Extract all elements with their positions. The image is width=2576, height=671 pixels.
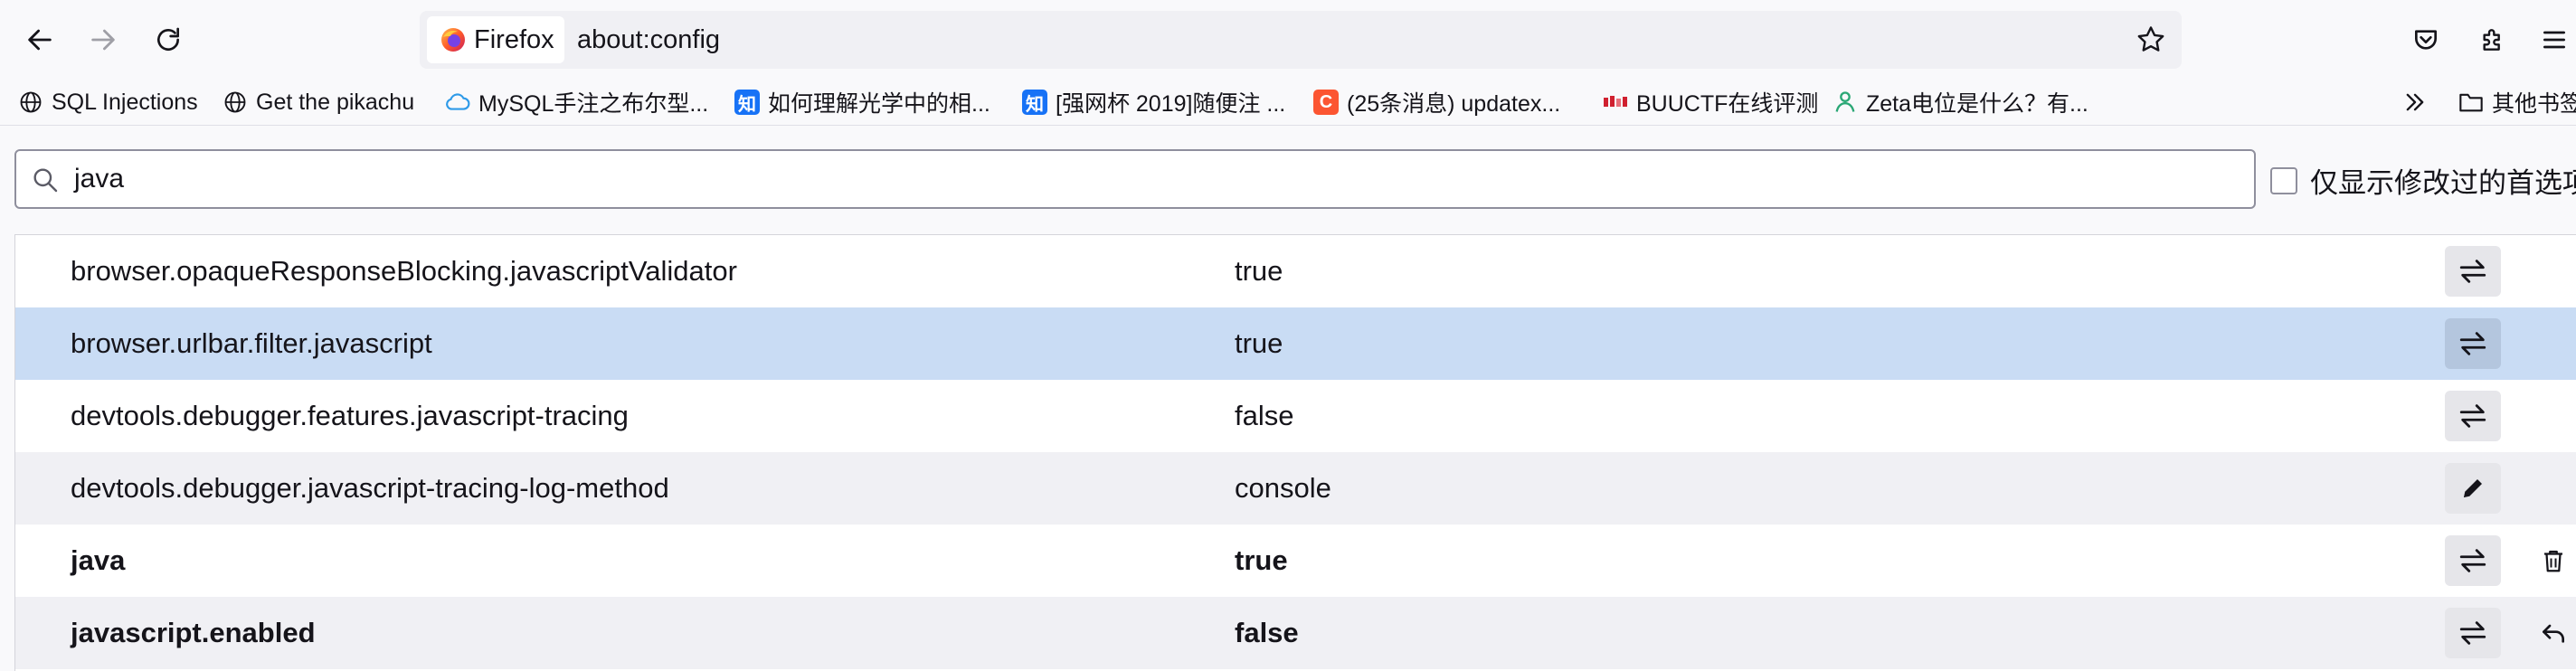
reset-button[interactable] xyxy=(2528,608,2576,658)
bookmarks-overflow-button[interactable] xyxy=(2402,83,2428,121)
bookmarks-toolbar: SQL Injections Get the pikachu MySQL手注之布… xyxy=(0,80,2576,126)
cloud-icon xyxy=(445,90,470,115)
arrow-left-icon xyxy=(28,29,52,51)
pref-row[interactable]: browser.urlbar.filter.javascript true xyxy=(15,307,2576,380)
globe-icon xyxy=(18,90,43,115)
bookmark-label: MySQL手注之布尔型... xyxy=(478,91,709,117)
bookmark-label: Get the pikachu xyxy=(256,89,415,115)
app-menu-button[interactable] xyxy=(2533,18,2576,61)
bookmark-item[interactable]: Zeta电位是什么？有... xyxy=(1833,83,2088,121)
pref-value: true xyxy=(1235,255,1283,287)
search-value: java xyxy=(74,164,125,194)
csdn-icon: C xyxy=(1313,90,1339,115)
back-button[interactable] xyxy=(18,18,62,61)
show-modified-checkbox[interactable] xyxy=(2270,166,2297,194)
toggle-icon xyxy=(2459,549,2486,572)
toggle-button[interactable] xyxy=(2445,608,2501,658)
firefox-logo-icon xyxy=(441,28,465,52)
trash-icon xyxy=(2544,550,2562,572)
bookmark-item[interactable]: C (25条消息) updatex... xyxy=(1313,83,1560,121)
extensions-button[interactable] xyxy=(2471,18,2514,61)
bookmark-item[interactable]: BUUCTF在线评测 xyxy=(1603,83,1818,121)
bookmark-label: (25条消息) updatex... xyxy=(1347,91,1561,117)
pencil-icon xyxy=(2464,479,2482,497)
url-bar[interactable]: Firefox about:config xyxy=(420,11,2182,69)
other-bookmarks-folder[interactable]: 其他书签 xyxy=(2458,83,2576,121)
url-text[interactable]: about:config xyxy=(577,11,720,69)
pref-value: true xyxy=(1235,544,1288,576)
search-input[interactable]: java xyxy=(14,149,2256,209)
pref-name: java xyxy=(71,544,126,576)
pref-value: true xyxy=(1235,327,1283,359)
toggle-icon xyxy=(2459,621,2486,645)
toggle-button[interactable] xyxy=(2445,318,2501,369)
reload-button[interactable] xyxy=(147,18,190,61)
folder-icon xyxy=(2458,90,2484,115)
arrow-right-icon xyxy=(91,29,115,51)
search-icon xyxy=(31,165,60,199)
pref-value: false xyxy=(1235,617,1299,648)
prefs-table: browser.opaqueResponseBlocking.javascrip… xyxy=(14,234,2576,671)
pref-name: browser.opaqueResponseBlocking.javascrip… xyxy=(71,255,737,287)
other-bookmarks-label: 其他书签 xyxy=(2492,91,2576,117)
bookmark-item[interactable]: 知 如何理解光学中的相... xyxy=(734,83,990,121)
toggle-icon xyxy=(2459,332,2486,355)
pref-name: devtools.debugger.features.javascript-tr… xyxy=(71,400,629,431)
zeta-icon xyxy=(1833,90,1858,115)
toggle-icon xyxy=(2459,260,2486,283)
chevron-double-right-icon xyxy=(2402,90,2428,115)
identity-box[interactable]: Firefox xyxy=(427,16,564,63)
identity-label: Firefox xyxy=(474,24,554,54)
show-modified-label: 仅显示修改过的首选项 xyxy=(2310,167,2576,199)
toggle-button[interactable] xyxy=(2445,535,2501,586)
extensions-icon xyxy=(2483,29,2500,51)
edit-button[interactable] xyxy=(2445,463,2501,514)
pocket-icon xyxy=(2415,30,2437,50)
pref-row[interactable]: javascript.enabled false xyxy=(15,597,2576,669)
pref-row[interactable]: devtools.debugger.javascript-tracing-log… xyxy=(15,452,2576,525)
bookmark-item[interactable]: SQL Injections xyxy=(18,83,198,121)
pref-name: devtools.debugger.javascript-tracing-log… xyxy=(71,472,669,504)
buuctf-icon xyxy=(1603,90,1628,115)
about-config-page: java 仅显示修改过的首选项 browser.opaqueResponseBl… xyxy=(0,126,2576,671)
bookmark-label: Zeta电位是什么？有... xyxy=(1866,91,2088,117)
delete-button[interactable] xyxy=(2528,535,2576,586)
zhihu-icon: 知 xyxy=(1022,90,1047,115)
pref-row[interactable]: devtools.debugger.features.javascript-tr… xyxy=(15,380,2576,452)
show-modified-option[interactable]: 仅显示修改过的首选项 xyxy=(2270,160,2576,201)
navigation-toolbar: Firefox about:config xyxy=(0,0,2576,80)
bookmark-item[interactable]: MySQL手注之布尔型... xyxy=(445,83,708,121)
bookmark-star-button[interactable] xyxy=(2135,24,2167,61)
menu-icon xyxy=(2543,31,2565,49)
star-icon xyxy=(2137,26,2164,52)
bookmark-label: [强网杯 2019]随便注 ... xyxy=(1056,91,1286,117)
bookmark-label: BUUCTF在线评测 xyxy=(1636,91,1819,117)
pocket-button[interactable] xyxy=(2404,18,2448,61)
pref-value: console xyxy=(1235,472,1331,504)
toggle-icon xyxy=(2459,404,2486,428)
pref-row[interactable]: java true xyxy=(15,525,2576,597)
pref-name: browser.urlbar.filter.javascript xyxy=(71,327,432,359)
pref-name: javascript.enabled xyxy=(71,617,316,648)
pref-value: false xyxy=(1235,400,1294,431)
zhihu-icon: 知 xyxy=(734,90,760,115)
bookmark-item[interactable]: 知 [强网杯 2019]随便注 ... xyxy=(1022,83,1285,121)
reload-icon xyxy=(157,27,179,51)
bookmark-label: 如何理解光学中的相... xyxy=(768,91,990,117)
undo-icon xyxy=(2543,624,2564,643)
globe-icon xyxy=(223,90,248,115)
pref-row[interactable]: browser.opaqueResponseBlocking.javascrip… xyxy=(15,235,2576,307)
bookmark-item[interactable]: Get the pikachu xyxy=(223,83,414,121)
forward-button[interactable] xyxy=(81,18,125,61)
toggle-button[interactable] xyxy=(2445,246,2501,297)
bookmark-label: SQL Injections xyxy=(52,89,198,115)
toggle-button[interactable] xyxy=(2445,391,2501,441)
